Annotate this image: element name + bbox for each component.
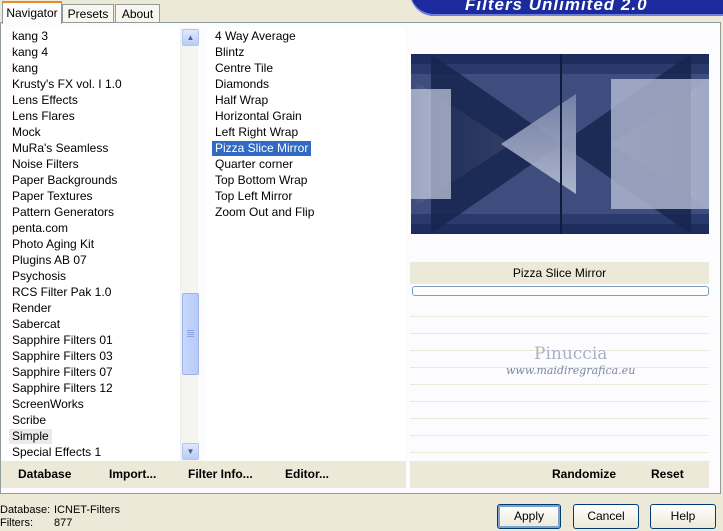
filter-list[interactable]: 4 Way Average Blintz Centre Tile Diamonds Ha…	[206, 28, 405, 461]
filter-item[interactable]: Diamonds	[212, 77, 272, 92]
category-item[interactable]: Render	[9, 301, 54, 316]
filter-item[interactable]: Zoom Out and Flip	[212, 205, 317, 220]
parameter-slot	[410, 438, 709, 453]
category-item[interactable]: Lens Flares	[9, 109, 78, 124]
filter-item[interactable]: Quarter corner	[212, 157, 296, 172]
parameter-slot	[410, 421, 709, 436]
category-item[interactable]: Simple	[9, 429, 52, 444]
category-item[interactable]: Noise Filters	[9, 157, 82, 172]
watermark-url: www.maidiregrafica.eu	[506, 364, 636, 377]
database-button[interactable]: Database	[18, 467, 71, 481]
category-item[interactable]: RCS Filter Pak 1.0	[9, 285, 114, 300]
cancel-button[interactable]: Cancel	[573, 504, 639, 529]
watermark-name: Pinuccia	[534, 344, 608, 364]
category-item[interactable]: Sapphire Filters 12	[9, 381, 116, 396]
category-item[interactable]: Sapphire Filters 01	[9, 333, 116, 348]
tab-presets[interactable]: Presets	[62, 4, 114, 23]
category-item[interactable]: Paper Textures	[9, 189, 96, 204]
app-title: Filters Unlimited 2.0	[465, 0, 648, 14]
status-database-value: ICNET-Filters	[54, 504, 120, 516]
parameter-slot	[410, 319, 709, 334]
editor-button[interactable]: Editor...	[285, 467, 329, 481]
category-item[interactable]: kang 3	[9, 29, 51, 44]
category-scrollbar[interactable]: ▲ ▼	[180, 28, 199, 461]
category-item[interactable]: Mock	[9, 125, 44, 140]
help-button[interactable]: Help	[650, 504, 716, 529]
filter-item[interactable]: Pizza Slice Mirror	[212, 141, 312, 156]
category-item[interactable]: Plugins AB 07	[9, 253, 90, 268]
category-item[interactable]: Photo Aging Kit	[9, 237, 97, 252]
chevron-up-icon[interactable]: ▲	[182, 29, 199, 46]
category-item[interactable]: Paper Backgrounds	[9, 173, 120, 188]
category-list[interactable]: kang 3 kang 4 kang Krusty's FX vol. I 1.0 Le…	[3, 28, 180, 461]
scrollbar-thumb[interactable]	[182, 293, 199, 375]
category-item[interactable]: kang 4	[9, 45, 51, 60]
import-button[interactable]: Import...	[109, 467, 156, 481]
filter-item[interactable]: Top Left Mirror	[212, 189, 295, 204]
reset-button[interactable]: Reset	[651, 467, 684, 481]
status-filters-label: Filters:	[0, 517, 33, 529]
category-item[interactable]: Krusty's FX vol. I 1.0	[9, 77, 125, 92]
category-item[interactable]: Sabercat	[9, 317, 63, 332]
category-item[interactable]: MuRa's Seamless	[9, 141, 111, 156]
category-item[interactable]: Psychosis	[9, 269, 69, 284]
randomize-button[interactable]: Randomize	[552, 467, 616, 481]
apply-button[interactable]: Apply	[497, 504, 561, 529]
parameter-slot	[410, 404, 709, 419]
filter-name-label: Pizza Slice Mirror	[410, 262, 709, 284]
category-item[interactable]: Pattern Generators	[9, 205, 117, 220]
category-item[interactable]: kang	[9, 61, 41, 76]
filter-item[interactable]: Blintz	[212, 45, 247, 60]
filter-item[interactable]: Half Wrap	[212, 93, 271, 108]
parameter-slot	[410, 302, 709, 317]
preview-graphic	[411, 54, 709, 234]
status-database-label: Database:	[0, 504, 51, 516]
filter-item[interactable]: Left Right Wrap	[212, 125, 301, 140]
category-item[interactable]: Sapphire Filters 03	[9, 349, 116, 364]
tab-about[interactable]: About	[115, 4, 160, 23]
category-item[interactable]: penta.com	[9, 221, 71, 236]
chevron-down-icon[interactable]: ▼	[182, 443, 199, 460]
preview-image	[411, 54, 709, 234]
category-item[interactable]: Special Effects 1	[9, 445, 104, 460]
category-item[interactable]: Scribe	[9, 413, 49, 428]
parameter-slider[interactable]	[412, 286, 709, 296]
category-item[interactable]: Sapphire Filters 07	[9, 365, 116, 380]
status-filters-value: 877	[54, 517, 73, 529]
filter-item[interactable]: Top Bottom Wrap	[212, 173, 310, 188]
filter-item[interactable]: Centre Tile	[212, 61, 276, 76]
filter-info-button[interactable]: Filter Info...	[188, 467, 253, 481]
category-item[interactable]: Lens Effects	[9, 93, 81, 108]
filter-item[interactable]: 4 Way Average	[212, 29, 299, 44]
tab-navigator[interactable]: Navigator	[2, 1, 62, 24]
filter-item[interactable]: Horizontal Grain	[212, 109, 305, 124]
category-item[interactable]: ScreenWorks	[9, 397, 87, 412]
parameter-slot	[410, 387, 709, 402]
